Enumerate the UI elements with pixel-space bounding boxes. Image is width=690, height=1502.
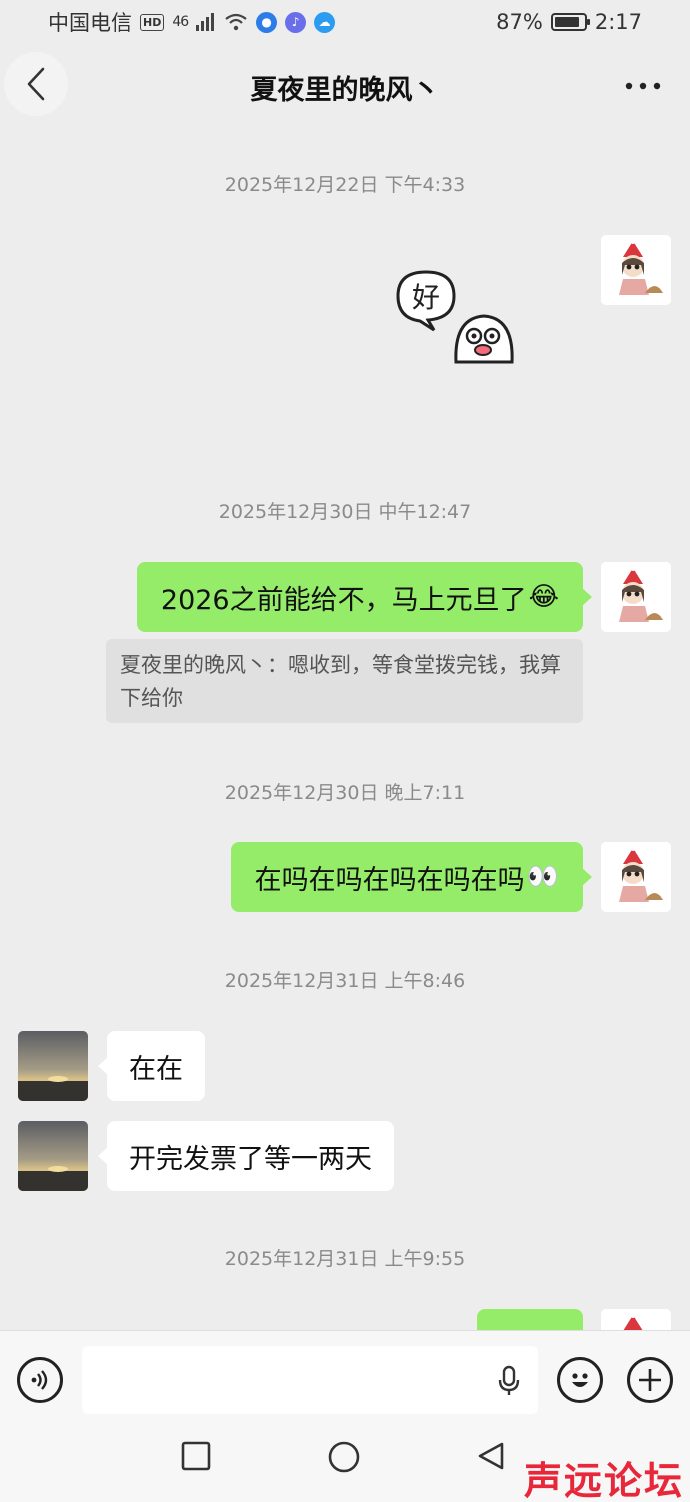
nav-square-icon [181,1441,211,1471]
sticker-text: 好 [412,281,440,314]
microphone-icon [498,1365,520,1395]
cartoon-avatar-icon [601,842,671,912]
more-button[interactable] [622,70,664,102]
carrier-label: 中国电信 [48,11,132,35]
contact-avatar[interactable] [18,1031,88,1101]
network-label: 46 [172,14,189,30]
timestamp: 2025年12月31日 上午9:55 [224,1248,466,1270]
plus-icon [639,1369,661,1391]
cartoon-avatar-icon [623,1312,643,1330]
battery-icon [550,13,590,31]
voice-icon [31,1370,48,1390]
voice-button[interactable] [17,1357,63,1403]
microphone-button[interactable] [492,1363,526,1399]
nav-circle-icon [328,1441,360,1473]
emoji-icon [572,1373,588,1387]
timestamp: 2025年12月31日 上午8:46 [224,970,466,992]
contact-message-bubble[interactable]: 在在 [98,1031,205,1101]
my-avatar-partial[interactable] [601,1309,671,1330]
more-actions-button[interactable] [627,1357,673,1403]
sticker-image[interactable]: 好 [392,266,522,366]
status-right: 87% 2:17 [496,10,642,34]
sunset-photo-avatar-icon [18,1031,88,1101]
quoted-reply[interactable]: 夏夜里的晚风丶：嗯收到，等食堂拨完钱，我算下给你 [106,639,583,723]
clock: 2:17 [594,10,642,34]
timestamp: 2025年12月30日 中午12:47 [218,501,472,523]
message-text: 2026之前能给不，马上元旦了 [160,584,527,616]
laughing-emoji-icon: 😂 [528,582,559,612]
my-avatar[interactable] [601,842,671,912]
battery-percent: 87% [496,10,543,34]
weather-notification-icon: ☁ [314,11,336,33]
my-avatar[interactable] [601,235,671,305]
contact-message-bubble[interactable]: 开完发票了等一两天 [98,1121,394,1191]
app-notification-icon: ● [256,11,278,33]
message-text: 在在 [129,1053,183,1085]
wifi-icon [225,13,247,31]
more-icon [625,82,661,90]
hd-badge: HD [140,13,165,31]
nav-back-button[interactable] [476,1441,506,1475]
timestamp: 2025年12月22日 下午4:33 [224,174,466,196]
status-bar: 中国电信 HD 46 ● ♪ ☁ 87% 2:17 [0,0,690,44]
signal-icon [196,13,215,31]
emoji-button[interactable] [557,1357,603,1403]
nav-square-button[interactable] [181,1441,211,1475]
my-message-bubble[interactable]: 2026之前能给不，马上元旦了 😂 [136,562,593,632]
nav-home-button[interactable] [328,1441,360,1477]
sunset-photo-avatar-icon [18,1121,88,1191]
message-text: 开完发票了等一两天 [129,1143,372,1175]
my-avatar[interactable] [601,562,671,632]
chat-header: 夏夜里的晚风丶 [0,44,690,130]
forum-watermark: 声远论坛 [523,1458,684,1502]
contact-avatar[interactable] [18,1121,88,1191]
timestamp: 2025年12月30日 晚上7:11 [224,782,466,804]
cartoon-avatar-icon [601,562,671,632]
message-input[interactable] [82,1346,538,1414]
chat-title: 夏夜里的晚风丶 [250,75,440,106]
music-notification-icon: ♪ [285,11,307,33]
message-text: 在吗在吗在吗在吗在吗 [254,864,525,896]
battery-fill [554,17,580,27]
cartoon-avatar-icon [601,235,671,305]
my-message-bubble[interactable]: 在吗在吗在吗在吗在吗 👀 [230,842,593,912]
nav-back-icon [478,1442,504,1470]
eyes-emoji-icon: 👀 [526,862,559,892]
my-message-bubble-partial[interactable] [477,1309,583,1330]
status-left: 中国电信 HD 46 ● ♪ ☁ [48,7,336,37]
